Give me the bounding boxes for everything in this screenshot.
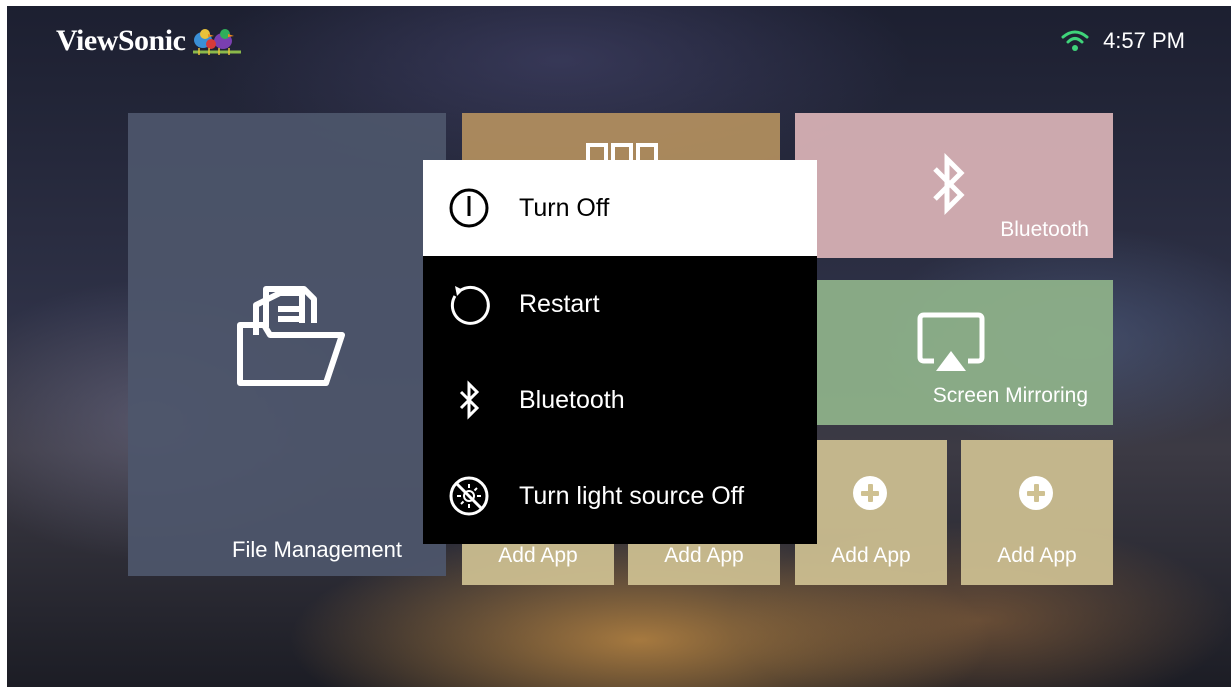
folder-documents-icon [237, 286, 345, 386]
menu-item-restart[interactable]: Restart [423, 256, 817, 352]
tile-file-management[interactable]: File Management [128, 113, 446, 576]
menu-item-label: Turn light source Off [519, 482, 745, 510]
plus-circle-icon [1019, 476, 1053, 510]
tile-label: Add App [831, 544, 911, 567]
plus-circle-icon [853, 476, 887, 510]
birds-logo-icon [193, 29, 242, 55]
screen-mirroring-icon [917, 312, 985, 371]
frame-border-left [0, 0, 7, 693]
tile-add-app[interactable]: Add App [961, 440, 1113, 585]
menu-item-bluetooth[interactable]: Bluetooth [423, 352, 817, 448]
brand-name: ViewSonic [56, 24, 186, 57]
menu-item-turn-off[interactable]: Turn Off [423, 160, 817, 256]
tile-label: File Management [232, 537, 402, 562]
menu-item-turn-light-source-off[interactable]: Turn light source Off [423, 448, 817, 544]
clock: 4:57 PM [1103, 28, 1185, 53]
light-off-icon [449, 476, 489, 516]
tile-label: Add App [664, 544, 744, 567]
tile-screen-mirroring[interactable]: Screen Mirroring [795, 280, 1113, 425]
restart-icon [450, 285, 490, 325]
bluetooth-icon [933, 153, 965, 216]
power-icon [449, 188, 489, 228]
frame-border-bottom [0, 687, 1231, 693]
frame-border-top [0, 0, 1231, 6]
tile-label: Add App [498, 544, 578, 567]
tile-label: Screen Mirroring [932, 384, 1088, 407]
tile-label: Bluetooth [1000, 218, 1089, 241]
status-bar: 4:57 PM [1061, 28, 1185, 54]
wifi-icon [1061, 30, 1089, 51]
brand-logo: ViewSonic [56, 24, 245, 58]
menu-item-label: Bluetooth [519, 386, 625, 414]
tile-label: Add App [997, 544, 1077, 567]
power-menu: Turn Off Restart Bluetooth Turn light so… [423, 160, 817, 544]
tile-add-app[interactable]: Add App [795, 440, 947, 585]
menu-item-label: Restart [519, 290, 600, 318]
bluetooth-icon [459, 380, 480, 420]
tile-bluetooth[interactable]: Bluetooth [795, 113, 1113, 258]
menu-item-label: Turn Off [519, 194, 610, 222]
